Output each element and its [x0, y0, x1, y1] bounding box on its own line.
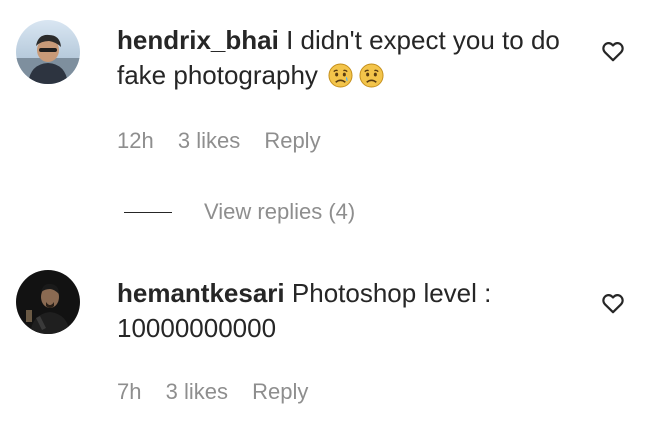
view-replies-button[interactable]: View replies (4)	[124, 199, 355, 225]
heart-icon[interactable]	[600, 290, 626, 316]
view-replies-label: View replies (4)	[204, 199, 356, 224]
comment-item: hendrix_bhai I didn't expect you to do f…	[0, 0, 650, 250]
reply-button[interactable]: Reply	[264, 128, 320, 153]
likes-count[interactable]: 3 likes	[178, 128, 240, 153]
comment-username[interactable]: hendrix_bhai	[117, 25, 279, 55]
avatar-photo	[16, 20, 80, 84]
comment-item: hemantkesari Photoshop level : 100000000…	[0, 255, 650, 441]
reply-button[interactable]: Reply	[252, 379, 308, 404]
comment-time: 12h	[117, 128, 154, 153]
likes-count[interactable]: 3 likes	[166, 379, 228, 404]
comment-meta: 12h 3 likes Reply	[117, 128, 339, 154]
comment-time: 7h	[117, 379, 142, 404]
avatar[interactable]	[16, 20, 80, 84]
comment-body: hendrix_bhai I didn't expect you to do f…	[117, 23, 577, 93]
comment-body: hemantkesari Photoshop level : 100000000…	[117, 276, 577, 346]
heart-icon[interactable]	[600, 38, 626, 64]
comment-username[interactable]: hemantkesari	[117, 278, 285, 308]
comment-meta: 7h 3 likes Reply	[117, 379, 326, 405]
avatar[interactable]	[16, 270, 80, 334]
avatar-photo	[16, 270, 80, 334]
divider-line	[124, 211, 172, 213]
frowning-face-icon	[359, 63, 384, 88]
sad-relieved-face-icon	[328, 63, 353, 88]
